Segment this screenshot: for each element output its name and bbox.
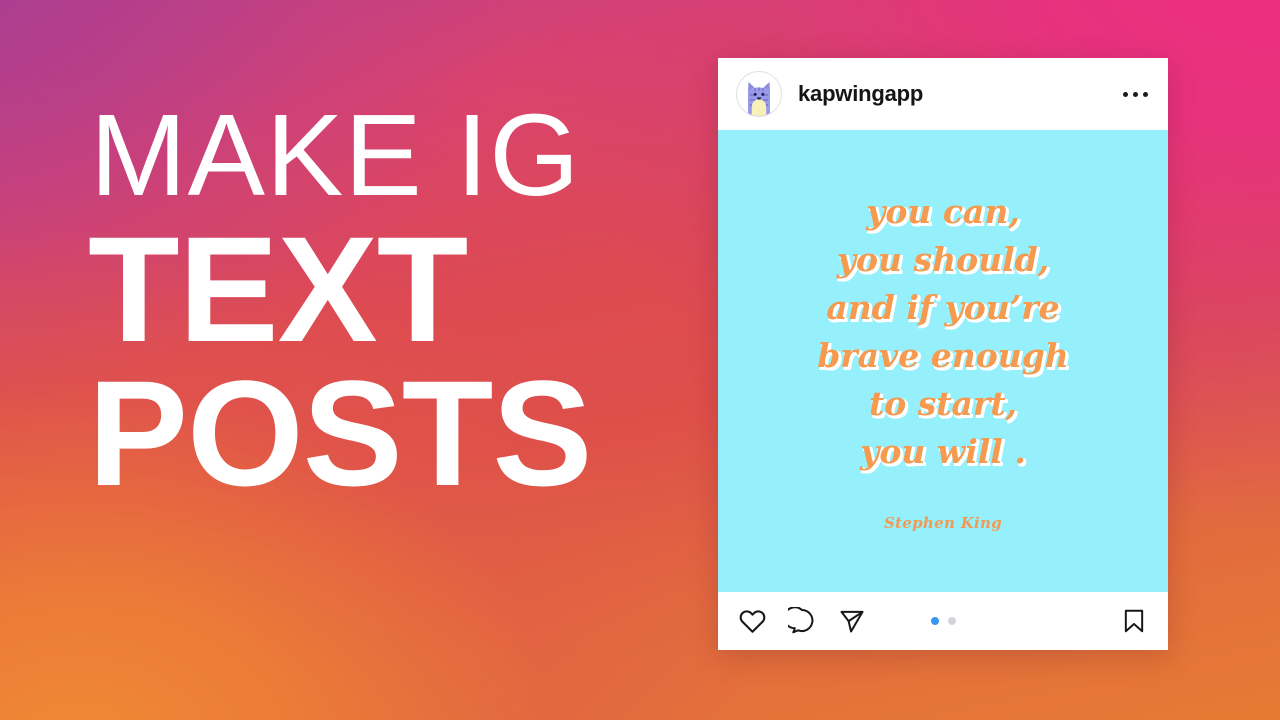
- share-button[interactable]: [836, 605, 868, 637]
- post-action-bar: [718, 592, 1168, 650]
- headline-line-3: POSTS: [88, 348, 592, 517]
- quote-line: you should,: [836, 240, 1050, 279]
- quote-line: brave enough: [817, 336, 1069, 375]
- more-dot: [1132, 91, 1138, 97]
- quote-line: to start,: [868, 384, 1018, 423]
- like-button[interactable]: [736, 605, 768, 637]
- quote-line: you can,: [866, 192, 1020, 231]
- quote-text: you can, you should, and if you’re brave…: [718, 188, 1168, 476]
- post-username[interactable]: kapwingapp: [798, 81, 1118, 107]
- video-thumbnail-canvas: MAKE IG TEXT POSTS kapwingapp you can, y…: [0, 0, 1280, 720]
- post-image[interactable]: you can, you should, and if you’re brave…: [718, 130, 1168, 592]
- more-dot: [1122, 91, 1128, 97]
- heart-icon: [739, 609, 765, 633]
- more-options-icon[interactable]: [1118, 79, 1152, 109]
- quote-author: Stephen King: [883, 514, 1003, 532]
- carousel-dot-active[interactable]: [930, 617, 939, 625]
- comment-button[interactable]: [786, 605, 818, 637]
- comment-icon: [788, 607, 814, 634]
- carousel-dot[interactable]: [947, 617, 956, 625]
- bookmark-icon: [1124, 609, 1144, 633]
- save-button[interactable]: [1118, 605, 1150, 637]
- avatar[interactable]: [736, 71, 782, 117]
- instagram-post-card: kapwingapp you can, you should, and if y…: [718, 58, 1168, 650]
- headline-line-1: MAKE IG: [90, 90, 581, 220]
- more-dot: [1142, 91, 1148, 97]
- cat-avatar-icon: [748, 82, 770, 116]
- page-title: MAKE IG TEXT POSTS: [88, 90, 688, 517]
- quote-line: and if you’re: [826, 288, 1060, 327]
- post-header: kapwingapp: [718, 58, 1168, 130]
- share-paper-plane-icon: [840, 610, 864, 633]
- quote-line: you will .: [860, 432, 1026, 471]
- headline-line-2: TEXT: [88, 205, 468, 374]
